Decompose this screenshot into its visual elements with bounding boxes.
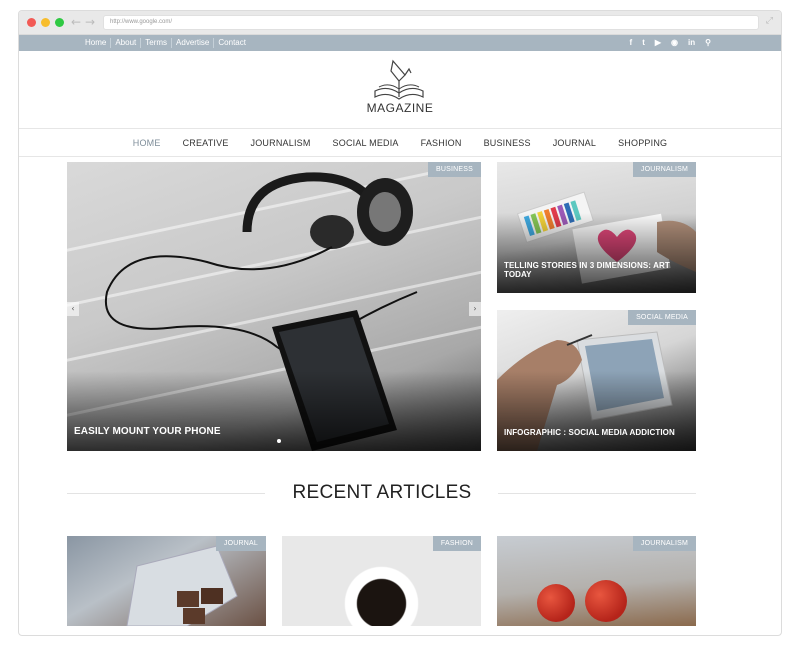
article-card[interactable]: FASHION <box>282 536 481 626</box>
top-link-about[interactable]: About <box>111 38 142 48</box>
top-link-home[interactable]: Home <box>85 38 112 48</box>
category-tag[interactable]: SOCIAL MEDIA <box>628 310 696 325</box>
article-title[interactable]: EASILY MOUNT YOUR PHONE <box>74 426 221 437</box>
nav-item-creative[interactable]: CREATIVE <box>183 138 229 148</box>
caption-shade <box>497 213 696 293</box>
article-title[interactable]: TELLING STORIES IN 3 DIMENSIONS: ART TOD… <box>504 261 696 279</box>
article-card[interactable]: JOURNALISM <box>497 536 696 626</box>
category-tag[interactable]: JOURNALISM <box>632 536 696 551</box>
nav-item-shopping[interactable]: SHOPPING <box>618 138 667 148</box>
nav-item-journalism[interactable]: JOURNALISM <box>251 138 311 148</box>
section-heading: RECENT ARTICLES <box>292 482 472 503</box>
prev-slide-icon[interactable]: ‹ <box>67 302 79 316</box>
caption-shade <box>497 371 696 451</box>
slide-indicator[interactable] <box>277 439 281 443</box>
top-bar: Home About Terms Advertise Contact f t ▶… <box>19 35 781 51</box>
category-tag[interactable]: JOURNAL <box>215 536 266 551</box>
main-nav: HOME CREATIVE JOURNALISM SOCIAL MEDIA FA… <box>19 129 781 157</box>
top-link-advertise[interactable]: Advertise <box>172 38 215 48</box>
youtube-icon[interactable]: ▶ <box>655 37 661 49</box>
nav-item-fashion[interactable]: FASHION <box>421 138 462 148</box>
category-tag[interactable]: FASHION <box>432 536 481 551</box>
top-links: Home About Terms Advertise Contact <box>85 38 250 48</box>
featured-article-card[interactable]: JOURNALISM TELLING STORIES IN 3 DIMENSIO… <box>497 162 696 293</box>
social-icons: f t ▶ ◉ in ⚲ <box>630 37 711 49</box>
logo-area: MAGAZINE <box>19 51 781 129</box>
next-slide-icon[interactable]: › <box>469 302 481 316</box>
article-card[interactable]: JOURNAL <box>67 536 266 626</box>
forward-arrow-icon[interactable]: → <box>85 15 95 29</box>
top-link-terms[interactable]: Terms <box>141 38 173 48</box>
search-icon[interactable]: ⚲ <box>705 37 711 49</box>
address-bar[interactable]: http://www.google.com/ <box>103 15 759 30</box>
linkedin-icon[interactable]: in <box>688 37 695 49</box>
article-title[interactable]: INFOGRAPHIC : SOCIAL MEDIA ADDICTION <box>504 428 675 437</box>
divider <box>67 493 265 494</box>
category-tag[interactable]: JOURNALISM <box>632 162 696 177</box>
featured-article-card[interactable]: SOCIAL MEDIA INFOGRAPHIC : SOCIAL MEDIA … <box>497 310 696 451</box>
category-tag[interactable]: BUSINESS <box>428 162 481 177</box>
close-window-button[interactable] <box>27 18 36 27</box>
maximize-window-button[interactable] <box>55 18 64 27</box>
back-arrow-icon[interactable]: ← <box>71 15 81 29</box>
nav-item-home[interactable]: HOME <box>133 138 161 148</box>
top-link-contact[interactable]: Contact <box>214 38 250 48</box>
nav-item-social-media[interactable]: SOCIAL MEDIA <box>333 138 399 148</box>
expand-icon[interactable]: ⤢ <box>766 16 773 26</box>
facebook-icon[interactable]: f <box>630 37 633 49</box>
divider <box>498 493 696 494</box>
logo-icon[interactable] <box>371 57 427 103</box>
apple <box>537 584 575 622</box>
minimize-window-button[interactable] <box>41 18 50 27</box>
browser-toolbar: ← → http://www.google.com/ ⤢ <box>19 11 781 35</box>
featured-slider[interactable]: BUSINESS EASILY MOUNT YOUR PHONE ‹ › <box>67 162 481 451</box>
logo-text[interactable]: MAGAZINE <box>365 101 435 115</box>
nav-item-journal[interactable]: JOURNAL <box>553 138 596 148</box>
twitter-icon[interactable]: t <box>642 37 645 49</box>
apple <box>585 580 627 622</box>
nav-item-business[interactable]: BUSINESS <box>484 138 531 148</box>
caption-shade <box>67 371 481 451</box>
flickr-icon[interactable]: ◉ <box>671 37 678 49</box>
